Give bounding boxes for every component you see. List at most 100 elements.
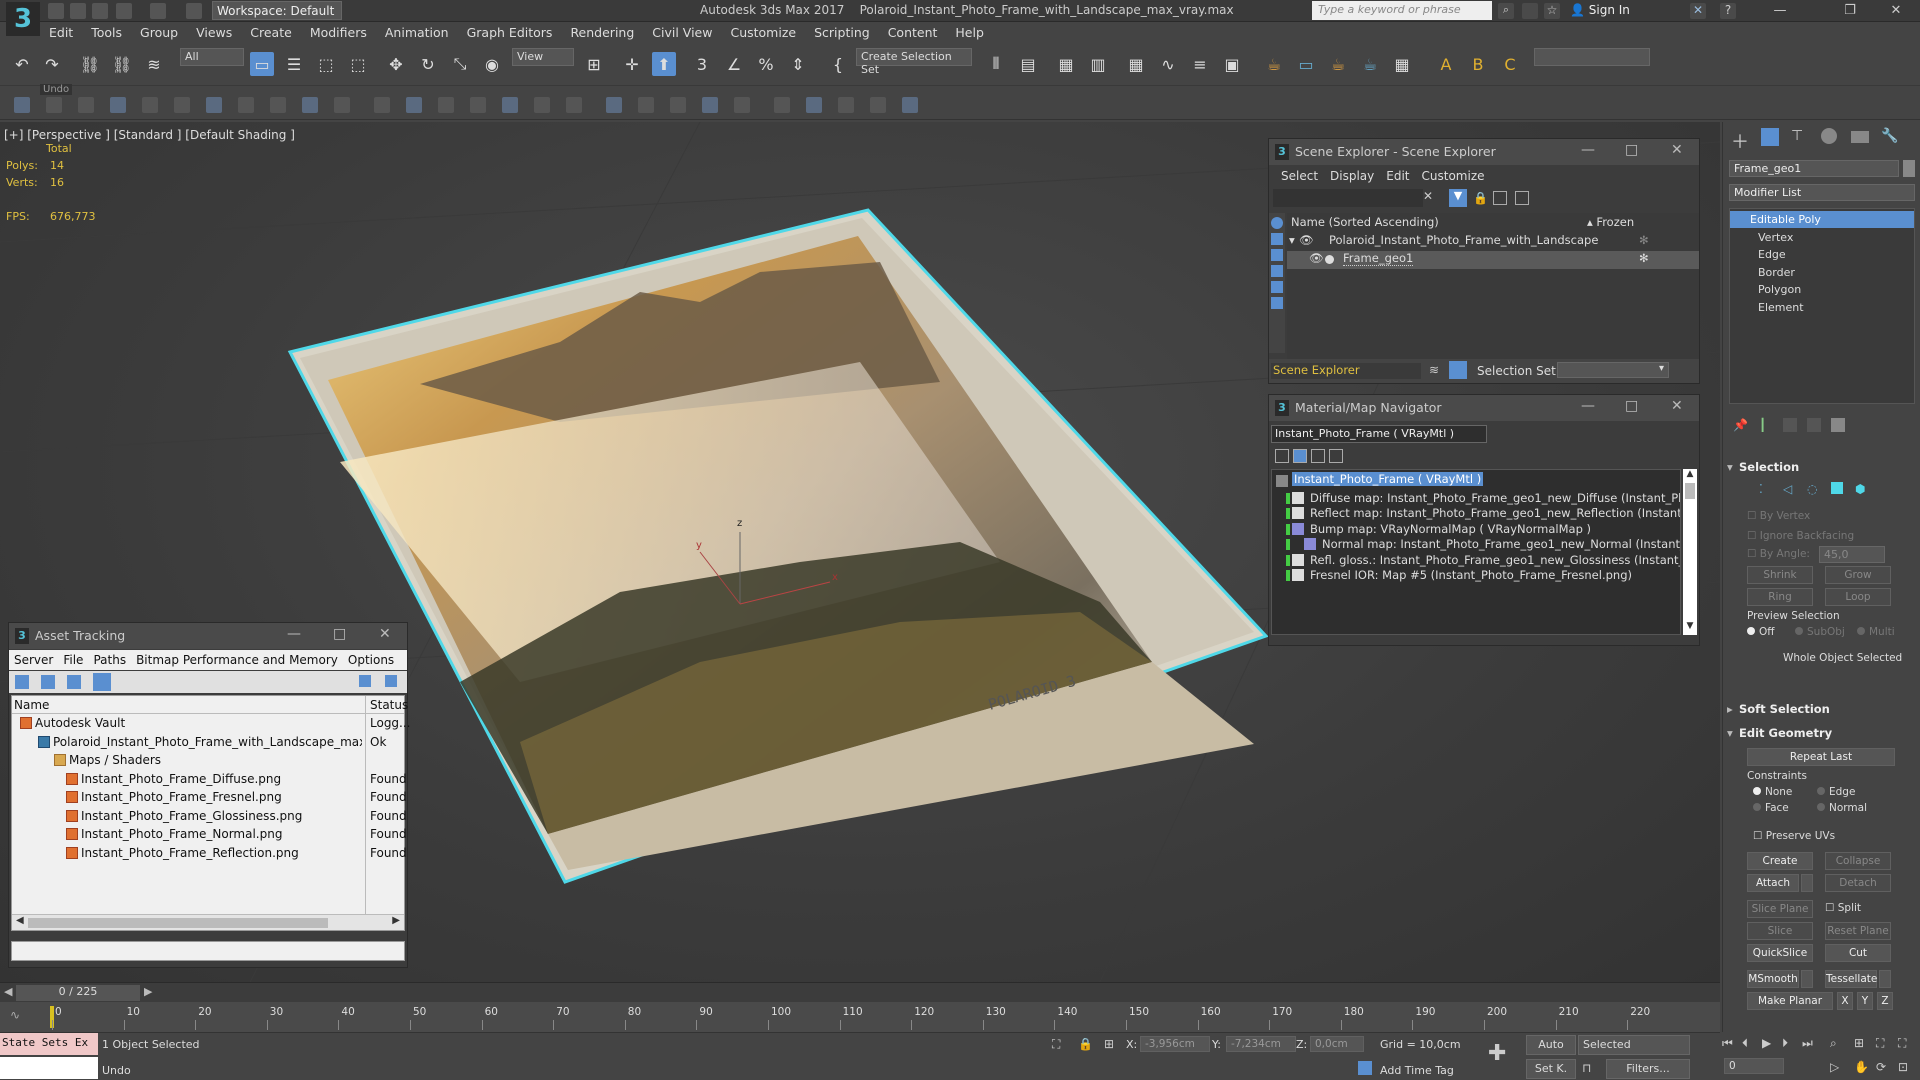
zoom-extents-all-icon[interactable]: ⛶ [1898, 1036, 1906, 1051]
maxscript-listener[interactable]: State Sets Ex [0, 1033, 98, 1055]
menu-group[interactable]: Group [131, 22, 187, 42]
menu-customize[interactable]: Customize [721, 22, 805, 42]
freeze-icon[interactable] [142, 97, 158, 113]
render-iterative-icon[interactable]: ☕ [1358, 52, 1382, 76]
bind-space-warp-icon[interactable]: ≋ [142, 52, 166, 76]
key-selection-dropdown[interactable]: Selected [1578, 1035, 1690, 1055]
window-crossing-icon[interactable]: ⬚ [346, 52, 370, 76]
make-unique-icon[interactable] [1783, 418, 1797, 432]
restore-icon[interactable]: ❐ [1830, 0, 1870, 22]
zoom-icon[interactable]: ⌕ [1830, 1036, 1837, 1051]
preview-off-radio[interactable]: Off [1747, 626, 1775, 638]
filter-icon[interactable]: ▼ [1449, 189, 1467, 207]
mirror-icon[interactable]: ⫴ [984, 52, 1008, 76]
toolbar-empty-dropdown[interactable] [1534, 48, 1650, 66]
previous-frame-icon[interactable]: ⏴ [1742, 1036, 1748, 1051]
display-objects-icon[interactable] [1271, 217, 1283, 229]
search-input[interactable]: Type a keyword or phrase [1312, 1, 1492, 20]
at-menu-bitmap-performance-and-memory[interactable]: Bitmap Performance and Memory [131, 650, 343, 670]
col-frozen-header[interactable]: ▴ Frozen [1587, 215, 1634, 229]
snaps-toggle-icon[interactable]: 3 [690, 52, 714, 76]
selection-set-dropdown[interactable]: ▾ [1557, 362, 1669, 378]
border-mode-icon[interactable]: ◌ [1807, 482, 1817, 496]
sign-in-link[interactable]: 👤 Sign In [1570, 3, 1630, 17]
reference-coordinate-dropdown[interactable]: View [512, 48, 574, 66]
helper-icon[interactable] [238, 97, 254, 113]
link-icon[interactable]: ⛓ [78, 52, 102, 76]
cylinder-icon[interactable] [334, 97, 350, 113]
lock-icon[interactable]: 🔒 [1473, 191, 1488, 205]
make-planar-button[interactable]: Make Planar [1747, 992, 1833, 1010]
display-helpers-icon[interactable] [1271, 281, 1283, 293]
display-lights-icon[interactable] [1271, 249, 1283, 261]
angle-spinner[interactable]: 45,0 [1819, 546, 1885, 563]
motion-tab-icon[interactable] [1821, 128, 1837, 144]
undo-icon[interactable] [116, 3, 132, 19]
rectangular-selection-icon[interactable]: ⬚ [314, 52, 338, 76]
quickslice-button[interactable]: QuickSlice [1747, 944, 1813, 962]
display-geometry-icon[interactable] [1271, 233, 1283, 245]
col-name-header[interactable]: Name (Sorted Ascending) [1291, 215, 1439, 229]
scene-explorer-search[interactable] [1273, 189, 1423, 207]
select-object-icon[interactable]: ▭ [250, 52, 274, 76]
stack-item-vertex[interactable]: Vertex [1730, 229, 1914, 246]
maximize-icon[interactable]: □ [333, 626, 346, 642]
scroll-right-icon[interactable]: ▶ [392, 915, 400, 926]
globe-icon[interactable] [638, 97, 654, 113]
tessellate-settings-icon[interactable] [1879, 970, 1891, 988]
modifier-list-dropdown[interactable]: Modifier List [1729, 184, 1915, 201]
key-filters-button[interactable]: Filters... [1606, 1059, 1690, 1079]
leaf-icon[interactable] [670, 97, 686, 113]
scale-icon[interactable]: ⤡ [448, 52, 472, 76]
planar-x-button[interactable]: X [1837, 992, 1853, 1010]
object-list-icon[interactable] [110, 97, 126, 113]
help-icon[interactable]: ? [1720, 3, 1736, 19]
workspace-dropdown[interactable]: Workspace: Default [212, 1, 342, 20]
material-editor-icon[interactable]: ▣ [1220, 52, 1244, 76]
constraint-face-radio[interactable]: Face [1753, 802, 1789, 814]
vray-proxy-icon[interactable] [806, 97, 822, 113]
utilities-tab-icon[interactable]: 🔧 [1881, 128, 1898, 144]
rendered-frame-window-icon[interactable]: ▭ [1294, 52, 1318, 76]
vray-b-icon[interactable]: B [1466, 52, 1490, 76]
asset-row[interactable]: Instant_Photo_Frame_Reflection.png Found [12, 846, 407, 864]
y-coordinate-field[interactable]: -7,234cm [1226, 1036, 1296, 1052]
stack-item-element[interactable]: Element [1730, 299, 1914, 316]
cone-icon[interactable] [406, 97, 422, 113]
stack-item-editable-poly[interactable]: Editable Poly [1730, 211, 1914, 228]
asset-tracking-titlebar[interactable]: 3 Asset Tracking — □ ✕ [9, 623, 407, 649]
asset-row[interactable]: Maps / Shaders [12, 753, 404, 771]
close-icon[interactable]: ✕ [379, 626, 391, 642]
at-menu-file[interactable]: File [58, 650, 88, 670]
preview-subobj-radio[interactable]: SubObj [1795, 626, 1845, 638]
col-status-header[interactable]: Status [370, 698, 408, 712]
torus-icon[interactable] [374, 97, 390, 113]
detach-button[interactable]: Detach [1825, 874, 1891, 892]
add-time-tag[interactable]: Add Time Tag [1380, 1064, 1454, 1077]
percent-snap-icon[interactable]: % [754, 52, 778, 76]
vray-light-icon[interactable] [870, 97, 886, 113]
repeat-last-button[interactable]: Repeat Last [1747, 748, 1895, 766]
at-menu-server[interactable]: Server [9, 650, 58, 670]
menu-rendering[interactable]: Rendering [561, 22, 643, 42]
track-bar[interactable]: ∿ 0 10 20 30 40 50 60 70 80 90 100 110 120 130 140 150 1… [0, 1002, 1720, 1032]
freeze-icon[interactable]: ✻ [1639, 251, 1649, 265]
sync-selection-icon[interactable] [1515, 191, 1529, 205]
camera-icon[interactable] [174, 97, 190, 113]
menu-edit[interactable]: Edit [40, 22, 82, 42]
close-icon[interactable]: ✕ [1876, 0, 1916, 22]
save-file-icon[interactable] [92, 3, 108, 19]
place-icon[interactable]: ◉ [480, 52, 504, 76]
element-mode-icon[interactable]: ⬢ [1855, 482, 1865, 496]
layers-icon[interactable]: ≋ [1429, 363, 1439, 377]
omni-light-icon[interactable] [470, 97, 486, 113]
se-menu-display[interactable]: Display [1324, 165, 1380, 187]
scene-explorer-name-field[interactable]: Scene Explorer [1271, 363, 1421, 379]
menu-help[interactable]: Help [946, 22, 993, 42]
vray-fur-icon[interactable] [838, 97, 854, 113]
menu-graph-editors[interactable]: Graph Editors [458, 22, 562, 42]
tessellate-button[interactable]: Tessellate [1825, 970, 1877, 988]
project-folder-icon[interactable] [186, 3, 202, 19]
ribbon-toggle-icon[interactable]: ▦ [1124, 52, 1148, 76]
time-prev-icon[interactable]: ◀ [4, 985, 12, 998]
